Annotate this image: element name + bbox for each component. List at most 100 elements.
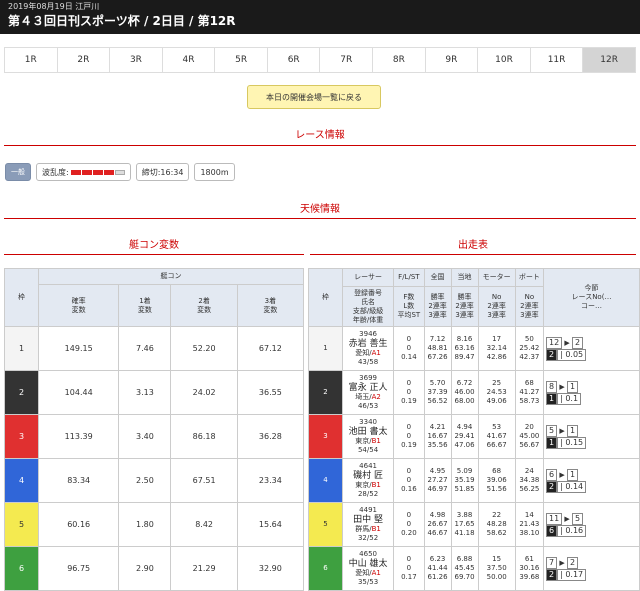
weather-heading: 天候情報: [300, 204, 340, 215]
table-row: 4 4641 磯村 匠東京/B1 28/52 0 0 0.16 4.95 27.27 46.97 5…: [308, 458, 640, 503]
rank: 1: [546, 392, 558, 405]
stat-value: 20: [524, 423, 534, 431]
stat-value: 30.16: [519, 564, 540, 572]
wave-chip: 波乱度:: [36, 163, 131, 181]
stat-value: 66.67: [486, 441, 507, 449]
race-tab-3r[interactable]: 3R: [109, 47, 162, 73]
wave-level-bars: [70, 169, 125, 175]
race-tab-7r[interactable]: 7R: [319, 47, 373, 73]
racer-name[interactable]: 磯村 匠: [343, 471, 393, 481]
stat-value: 39.68: [519, 573, 540, 581]
stat-cell: 6.88 45.45 69.70: [450, 546, 479, 591]
course: 2: [572, 336, 584, 349]
stat-value: 46.97: [427, 485, 448, 493]
stat-value: 29.41: [454, 432, 475, 440]
stat-cell: 4.21 16.67 35.56: [423, 414, 452, 459]
race-tab-2r[interactable]: 2R: [56, 47, 110, 73]
race-tab-12r[interactable]: 12R: [582, 47, 636, 73]
stat-value: 68: [524, 379, 534, 387]
arrow-icon: ▶: [562, 514, 573, 523]
stat-value: 25: [492, 379, 502, 387]
stat-cell: 0 0 0.14: [393, 326, 425, 371]
sub-header: No 2連率 3連率: [477, 286, 516, 327]
race-tab-4r[interactable]: 4R: [161, 47, 215, 73]
stat-cell: 0 0 0.17: [393, 546, 425, 591]
race-tab-6r[interactable]: 6R: [266, 47, 320, 73]
race-tab-11r[interactable]: 11R: [529, 47, 583, 73]
stat-value: 15: [492, 555, 502, 563]
stat-value: 38.10: [519, 529, 540, 537]
stat-value: 58.73: [519, 397, 540, 405]
sub-header: No 2連率 3連率: [514, 286, 545, 327]
racer-name[interactable]: 赤岩 善生: [343, 339, 393, 349]
frame-cell: 6: [4, 546, 39, 591]
stat-value: 25.42: [519, 344, 540, 352]
stat-value: 69.70: [454, 573, 475, 581]
table-row: 4 83.34 2.50 67.51 23.34: [4, 458, 305, 503]
arrow-icon: ▶: [557, 470, 567, 479]
frame-cell: 5: [308, 502, 343, 547]
branch: 愛知/A1: [355, 569, 381, 577]
value-cell: 2.90: [118, 546, 172, 591]
race-tab-5r[interactable]: 5R: [214, 47, 267, 73]
table-row: 3 113.39 3.40 86.18 36.28: [4, 414, 305, 459]
stat-value: 35.56: [427, 441, 448, 449]
stat-value: 26.67: [427, 520, 448, 528]
start-time: | 0.15: [557, 436, 587, 449]
racer-name[interactable]: 中山 雄太: [343, 559, 393, 569]
stat-value: 41.67: [486, 432, 507, 440]
result-line: 8 ▶ 1: [546, 380, 639, 393]
start-time: | 0.05: [557, 348, 587, 361]
race-tab-9r[interactable]: 9R: [424, 47, 478, 73]
col-header: 枠: [308, 268, 343, 327]
racer-name[interactable]: 田中 堅: [343, 515, 393, 525]
stat-value: 63.16: [454, 344, 475, 352]
stat-cell: 15 37.50 50.00: [477, 546, 516, 591]
motor-heading: 艇コン変数: [129, 240, 179, 251]
back-to-venues-button[interactable]: 本日の開催会場一覧に戻る: [247, 85, 381, 109]
sub-header: F数 L数 平均ST: [393, 286, 425, 327]
col-frame: 枠: [4, 268, 39, 327]
rank: 1: [546, 436, 558, 449]
stat-value: 0: [406, 555, 412, 563]
racer-name[interactable]: 池田 書太: [343, 427, 393, 437]
stat-value: 5.09: [456, 467, 473, 475]
stat-value: 0.20: [401, 529, 417, 537]
stat-value: 48.81: [427, 344, 448, 352]
value-cell: 86.18: [170, 414, 238, 459]
stat-value: 48.28: [486, 520, 507, 528]
col-extra: 今節 レースNo(… コー…: [543, 268, 640, 327]
race-tab-8r[interactable]: 8R: [372, 47, 425, 73]
race-no: 6: [546, 468, 558, 481]
stat-value: 51.56: [486, 485, 507, 493]
value-cell: 36.28: [236, 414, 305, 459]
stat-cell: 25 24.53 49.06: [477, 370, 516, 415]
reg-number: 4491: [359, 506, 377, 514]
wave-bar: [81, 169, 92, 175]
frame-cell: 2: [308, 370, 343, 415]
result-cell: 8 ▶ 11 | 0.1: [543, 370, 640, 415]
start-time: | 0.17: [557, 568, 587, 581]
arrow-icon: ▶: [557, 426, 567, 435]
stat-value: 0: [406, 564, 412, 572]
age-weight: 32/52: [357, 534, 379, 542]
age-weight: 54/54: [357, 446, 379, 454]
stat-cell: 8.16 63.16 89.47: [450, 326, 479, 371]
wave-bar: [114, 169, 125, 175]
result-line: 1 | 0.1: [546, 392, 639, 405]
branch: 東京/B1: [355, 481, 381, 489]
value-cell: 21.29: [170, 546, 238, 591]
stat-cell: 53 41.67 66.67: [477, 414, 516, 459]
racer-name[interactable]: 富永 正人: [343, 383, 393, 393]
stat-value: 6.72: [456, 379, 473, 387]
stat-value: 0.19: [401, 397, 417, 405]
race-tab-10r[interactable]: 10R: [477, 47, 530, 73]
race-tab-1r[interactable]: 1R: [4, 47, 57, 73]
stat-cell: 5.09 35.19 51.85: [450, 458, 479, 503]
value-cell: 104.44: [37, 370, 120, 415]
col-header: 確率 変数: [37, 284, 120, 327]
stat-value: 41.18: [454, 529, 475, 537]
course: 1: [566, 380, 579, 393]
table-row: 3 3340 池田 書太 東京/B1 54/54 0 0 0.19 4.21 16.67 35.56…: [308, 414, 640, 459]
race-type-badge: 一般: [5, 163, 31, 181]
